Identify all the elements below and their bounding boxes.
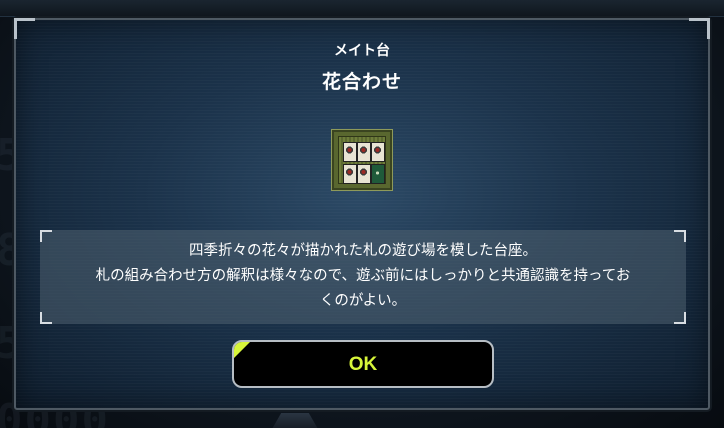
frame-corner (40, 230, 52, 242)
item-description: 四季折々の花々が描かれた札の遊び場を模した台座。 札の組み合わせ方の解釈は様々な… (95, 243, 631, 309)
game-screen: 5000 8 5000 0000 メイト台 花合わせ 四季折々の花々が描かれた札… (0, 0, 724, 428)
bottom-tab-notch (272, 413, 318, 428)
item-info-dialog: メイト台 花合わせ 四季折々の花々が描かれた札の遊び場を模した台座。 札の組み合… (14, 18, 710, 410)
card-icon (357, 164, 371, 184)
hanafuda-mat-icon (332, 130, 392, 190)
background-top-bar (0, 0, 724, 17)
card-icon (371, 164, 385, 184)
description-box: 四季折々の花々が描かれた札の遊び場を模した台座。 札の組み合わせ方の解釈は様々な… (40, 230, 686, 324)
card-icon (343, 142, 357, 162)
frame-corner (40, 312, 52, 324)
card-icon (343, 164, 357, 184)
frame-corner (674, 312, 686, 324)
dialog-title: 花合わせ (321, 71, 402, 93)
ok-button-label: OK (348, 354, 378, 375)
ok-button[interactable]: OK (232, 340, 494, 388)
frame-corner (674, 230, 686, 242)
card-icon (371, 142, 385, 162)
card-icon (357, 142, 371, 162)
dialog-category: メイト台 (334, 43, 390, 59)
